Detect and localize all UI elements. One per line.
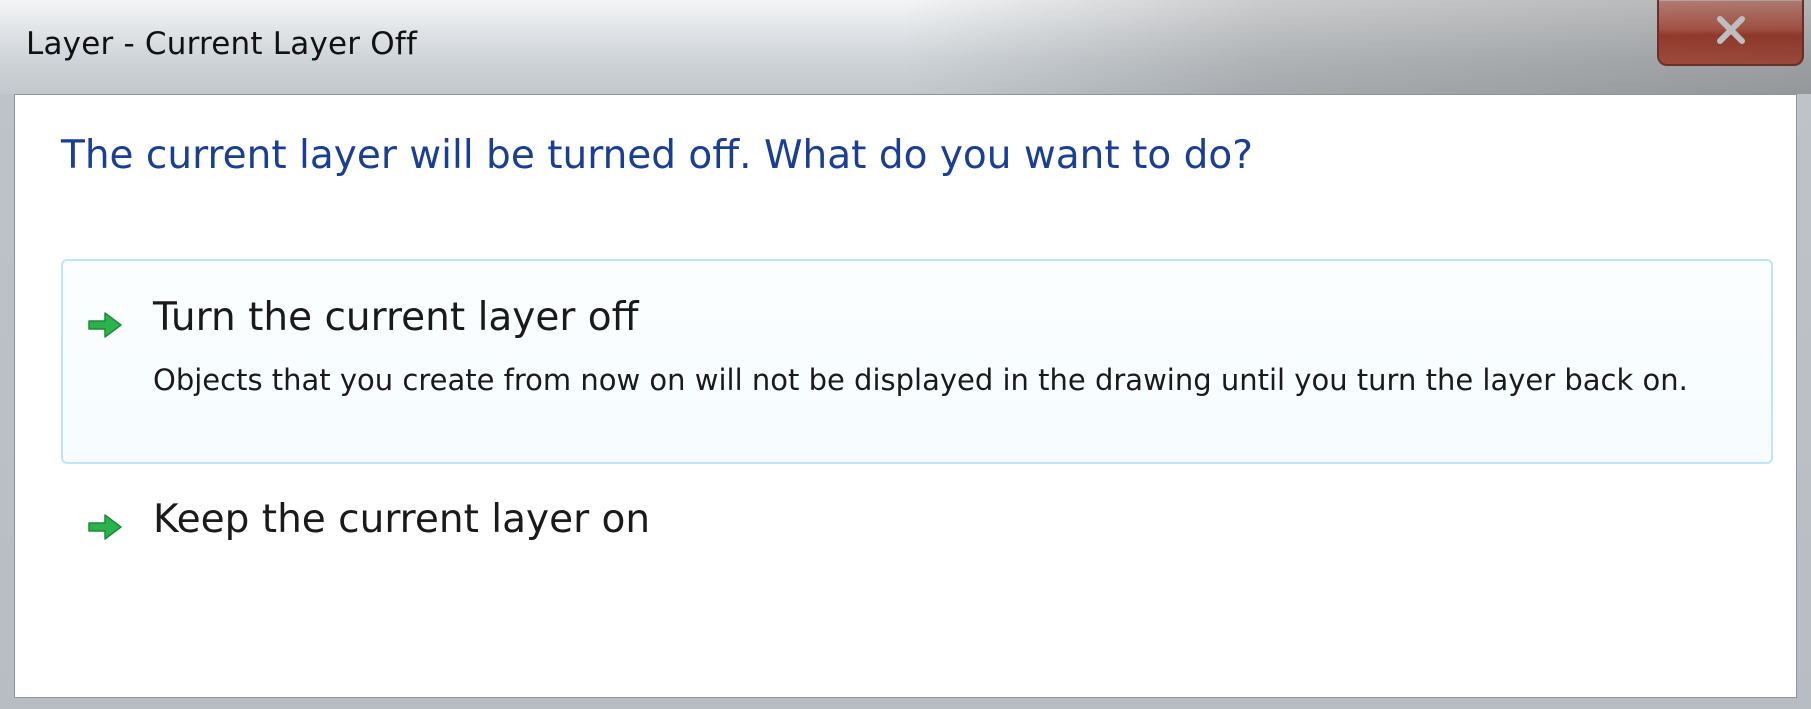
close-button[interactable] xyxy=(1657,0,1804,66)
command-link-title: Keep the current layer on xyxy=(153,497,651,542)
dialog-window: Layer - Current Layer Off The current la… xyxy=(0,0,1811,709)
command-link-turn-layer-off[interactable]: Turn the current layer off Objects that … xyxy=(61,259,1773,464)
command-link-keep-layer-on[interactable]: Keep the current layer on xyxy=(61,479,1773,589)
main-instruction: The current layer will be turned off. Wh… xyxy=(61,133,1253,178)
window-title: Layer - Current Layer Off xyxy=(26,26,418,62)
close-x-icon xyxy=(1714,15,1748,49)
command-link-description: Objects that you create from now on will… xyxy=(153,363,1688,397)
title-bar[interactable]: Layer - Current Layer Off xyxy=(0,0,1811,94)
dialog-content: The current layer will be turned off. Wh… xyxy=(14,94,1797,698)
green-arrow-icon xyxy=(87,511,123,543)
command-link-title: Turn the current layer off xyxy=(153,295,639,340)
green-arrow-icon xyxy=(87,309,123,341)
